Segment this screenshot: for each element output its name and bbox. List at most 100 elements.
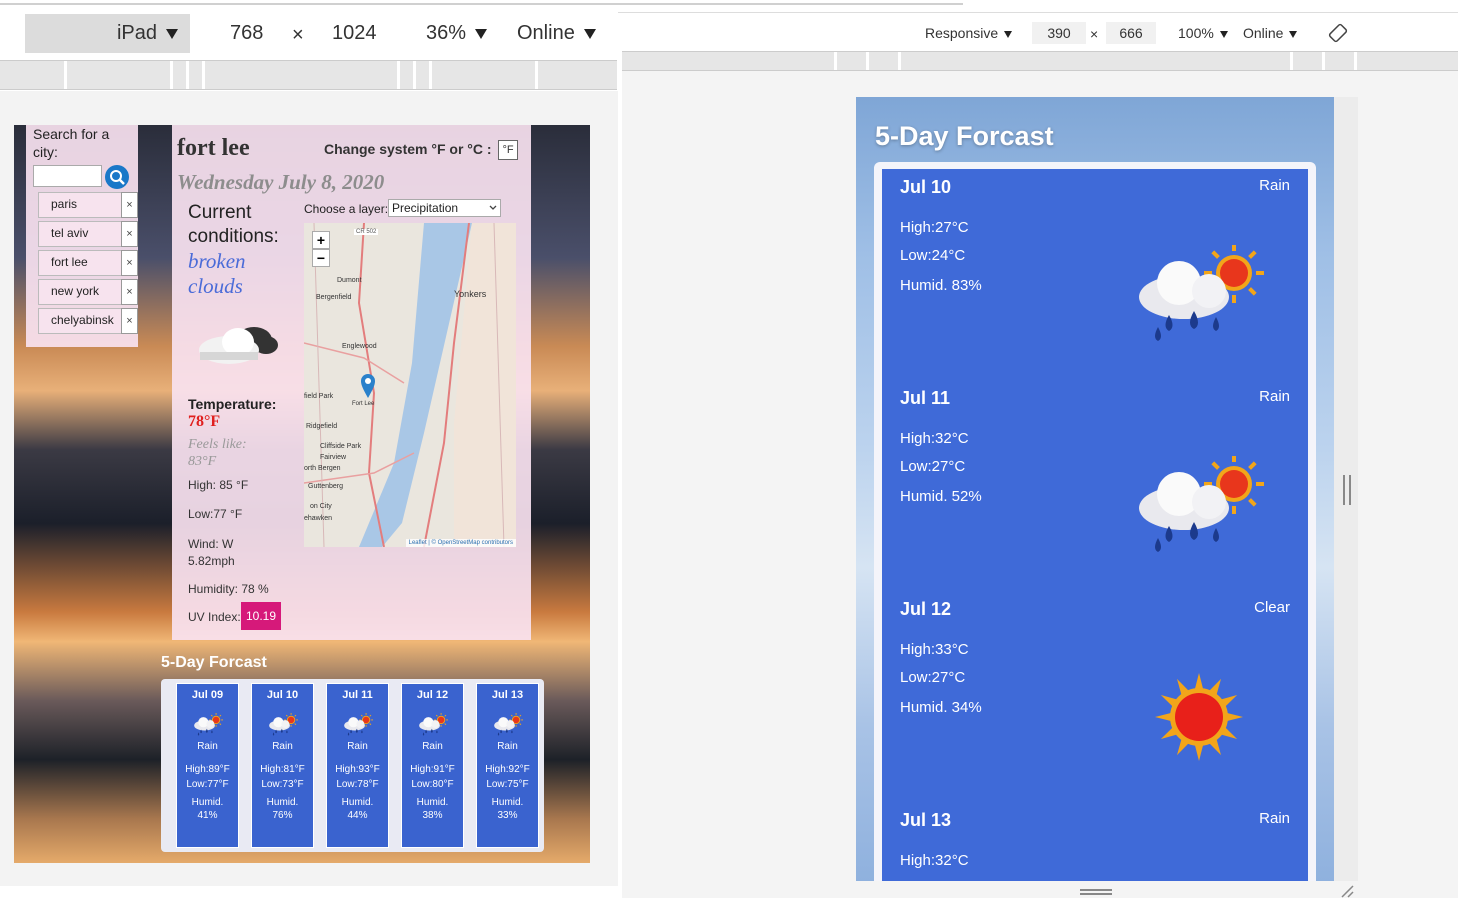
forecast-day-low: Low:75°F [486,779,529,790]
map-tiles [304,223,516,547]
right-height-field[interactable]: 666 [1106,22,1156,44]
forecast-day-date: Jul 12 [416,689,449,701]
map-place-label: field Park [304,393,334,400]
map-zoom-in-button[interactable]: + [312,231,330,249]
unit-label: Change system °F or °C : [324,141,492,157]
search-button[interactable] [105,165,129,189]
mobile-card-status: Rain [1259,810,1290,827]
right-width-field[interactable]: 390 [1032,22,1086,44]
map-place-label: Yonkers [454,289,487,299]
right-device-select[interactable]: Responsive [925,25,1012,41]
resize-handle-right[interactable] [1343,475,1351,505]
magnifier-icon [110,170,125,185]
uv-badge: 10.19 [241,602,281,630]
low-temp-text: Low:77 °F [188,507,243,521]
mobile-card-high: High:27°C [900,219,969,236]
remove-city-button[interactable]: × [121,279,138,305]
map-place-label: Guttenberg [308,483,344,490]
layer-select[interactable]: Precipitation [388,199,501,217]
wind-text: Wind: W 5.82mph [188,537,235,568]
right-network-select[interactable]: Online [1243,25,1297,41]
forecast-day-status: Rain [272,741,293,752]
map-view[interactable]: + − CR 502 Dumont Bergenfield Yonkers En… [304,223,516,547]
forecast-day-date: Jul 09 [191,689,224,701]
high-temp-text: High: 85 °F [188,478,249,492]
right-media-ruler [622,51,1458,71]
condition-text: broken clouds [188,249,246,298]
resize-corner-icon[interactable] [1340,884,1354,898]
rain-icon [418,711,448,739]
mobile-card-status: Clear [1254,599,1290,616]
map-marker-icon[interactable] [360,373,376,399]
forecast-day-low: Low:73°F [261,779,304,790]
forecast-title: 5-Day Forcast [161,654,267,671]
city-title: fort lee [177,135,250,161]
forecast-day-low: Low:77°F [186,779,229,790]
sun-icon [1134,667,1264,767]
remove-city-button[interactable]: × [121,308,138,334]
left-device-select[interactable]: iPad [25,14,190,53]
mobile-card-high: High:32°C [900,430,969,447]
forecast-day-humidity: Humid. 41% [191,797,224,821]
mobile-card-date: Jul 10 [900,177,952,197]
left-width-field[interactable]: 768 [230,22,263,45]
forecast-day-low: Low:80°F [411,779,454,790]
layer-label: Choose a layer: [304,202,389,216]
mobile-forecast-title: 5-Day Forcast [875,121,1054,151]
map-place-label: Cliffside Park [320,443,362,450]
weather-panel: fort lee Change system °F or °C : °F Wed… [172,125,531,640]
mobile-card-date: Jul 12 [900,599,952,619]
left-height-field[interactable]: 1024 [332,22,377,45]
map-place-label: Fort Lee [352,401,375,407]
right-zoom-select[interactable]: 100% [1178,25,1228,41]
map-place-label: Dumont [337,277,362,284]
chevron-down-icon [489,205,497,210]
mobile-card-status: Rain [1259,388,1290,405]
mobile-forecast-card: Jul 10 Rain High:27°C Low:24°C Humid. 83% [882,169,1308,380]
uv-label: UV Index: [188,610,241,624]
forecast-day-low: Low:78°F [336,779,379,790]
mobile-forecast-card: Jul 13 Rain High:32°C [882,802,1308,881]
left-network-select[interactable]: Online [517,22,596,45]
forecast-day-high: High:91°F [410,764,455,775]
remove-city-button[interactable]: × [121,221,138,247]
remove-city-button[interactable]: × [121,250,138,276]
forecast-day-card: Jul 13 Rain High:92°F Low:75°F Humid. 33% [476,683,539,848]
unit-toggle-button[interactable]: °F [498,140,518,160]
forecast-day-humidity: Humid. 38% [416,797,449,821]
forecast-day-date: Jul 10 [266,689,299,701]
feels-like-text: Feels like: 83°F [188,437,247,469]
map-place-label: Englewood [342,343,377,350]
remove-city-button[interactable]: × [121,192,138,218]
left-times-sign: × [292,24,304,46]
right-device-toolbar: Responsive 390 × 666 100% Online [618,13,1458,50]
forecast-day-high: High:81°F [260,764,305,775]
mobile-card-status: Rain [1259,177,1290,194]
date-heading: Wednesday July 8, 2020 [177,170,385,194]
map-attribution[interactable]: Leaflet | © OpenStreetMap contributors [405,539,516,547]
rain-icon [343,711,373,739]
mobile-card-humidity: Humid. 52% [900,488,982,505]
temperature-label: Temperature: [188,396,277,412]
left-zoom-select[interactable]: 36% [426,22,487,45]
search-input[interactable] [33,165,102,187]
resize-handle-bottom[interactable] [1080,889,1112,895]
right-times-sign: × [1090,26,1099,42]
forecast-day-card: Jul 09 Rain High:89°F Low:77°F Humid. 41% [176,683,239,848]
map-place-label: orth Bergen [304,465,341,472]
city-list: paris × tel aviv × fort lee × new york ×… [26,192,138,342]
forecast-day-date: Jul 11 [342,689,373,701]
rain-icon [493,711,523,739]
forecast-day-status: Rain [197,741,218,752]
rain-icon [193,711,223,739]
forecast-day-status: Rain [347,741,368,752]
mobile-card-date: Jul 13 [900,810,952,830]
rain-sun-icon [1134,454,1264,556]
rotate-icon[interactable] [1328,23,1348,43]
forecast-day-high: High:92°F [485,764,530,775]
search-label: Search for a city: [33,126,110,160]
mobile-card-humidity: Humid. 34% [900,699,982,716]
map-place-label: on City [310,503,332,510]
forecast-day-humidity: Humid. 76% [266,797,299,821]
map-zoom-out-button[interactable]: − [312,249,330,267]
